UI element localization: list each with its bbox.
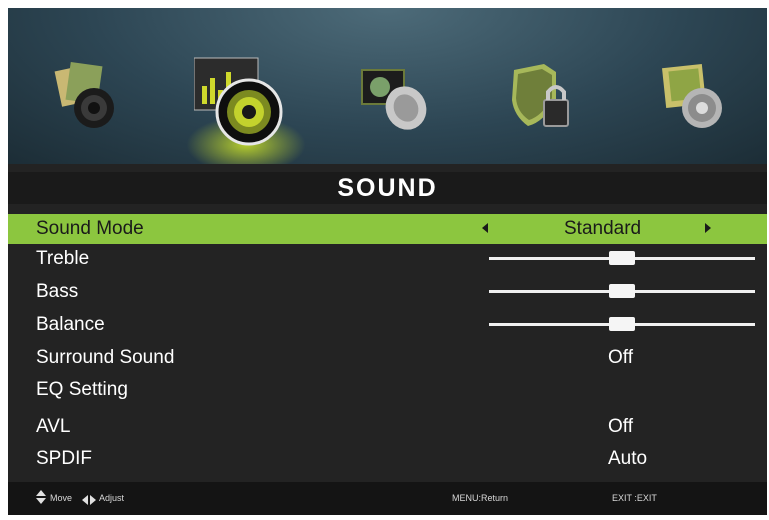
menu-item-label: Balance	[36, 314, 105, 335]
page-title: SOUND	[337, 174, 438, 202]
right-arrow-icon[interactable]	[705, 223, 711, 233]
menu-item-bass[interactable]: Bass	[8, 277, 767, 307]
menu-title-bar: SOUND	[8, 172, 767, 204]
menu-icon-bar	[8, 8, 767, 164]
help-footer: Move Adjust MENU:Return EXIT :EXIT	[8, 482, 767, 515]
menu-item-label: SPDIF	[36, 448, 92, 469]
menu-item-value: Off	[608, 416, 633, 437]
menu-item-eq-setting[interactable]: EQ Setting	[8, 375, 767, 405]
picture-menu-icon[interactable]	[52, 60, 130, 138]
footer-adjust-hint: Adjust	[99, 493, 125, 503]
tv-osd-menu: SOUND Sound Mode Standard Treble Bass Ba…	[8, 8, 767, 515]
menu-item-label: Treble	[36, 248, 90, 269]
lock-menu-icon[interactable]	[504, 60, 582, 138]
menu-item-value: Auto	[608, 448, 648, 469]
left-arrow-icon[interactable]	[482, 223, 488, 233]
treble-slider-knob[interactable]	[609, 251, 635, 265]
menu-item-value: Off	[608, 347, 633, 368]
up-down-arrow-icon	[36, 490, 46, 509]
menu-item-value: Standard	[564, 218, 642, 239]
menu-item-label: AVL	[36, 416, 71, 437]
menu-item-label: Sound Mode	[36, 218, 144, 239]
footer-menu-return-hint: MENU:Return	[452, 493, 509, 503]
menu-item-surround-sound[interactable]: Surround Sound Off	[8, 343, 767, 373]
balance-slider-knob[interactable]	[609, 317, 635, 331]
menu-item-balance[interactable]: Balance	[8, 310, 767, 340]
setup-menu-icon[interactable]	[656, 60, 734, 138]
menu-item-label: EQ Setting	[36, 379, 128, 400]
menu-item-sound-mode[interactable]: Sound Mode Standard	[8, 214, 767, 244]
menu-item-label: Surround Sound	[36, 347, 175, 368]
menu-item-avl[interactable]: AVL Off	[8, 412, 767, 442]
sound-menu-icon[interactable]	[193, 56, 294, 148]
menu-item-spdif[interactable]: SPDIF Auto	[8, 444, 767, 474]
menu-item-label: Bass	[36, 281, 79, 302]
menu-item-treble[interactable]: Treble	[8, 244, 767, 274]
footer-exit-hint: EXIT :EXIT	[612, 493, 657, 503]
footer-move-hint: Move	[50, 493, 73, 503]
bass-slider-knob[interactable]	[609, 284, 635, 298]
channel-menu-icon[interactable]	[358, 60, 436, 138]
left-right-arrow-icon	[82, 492, 96, 510]
